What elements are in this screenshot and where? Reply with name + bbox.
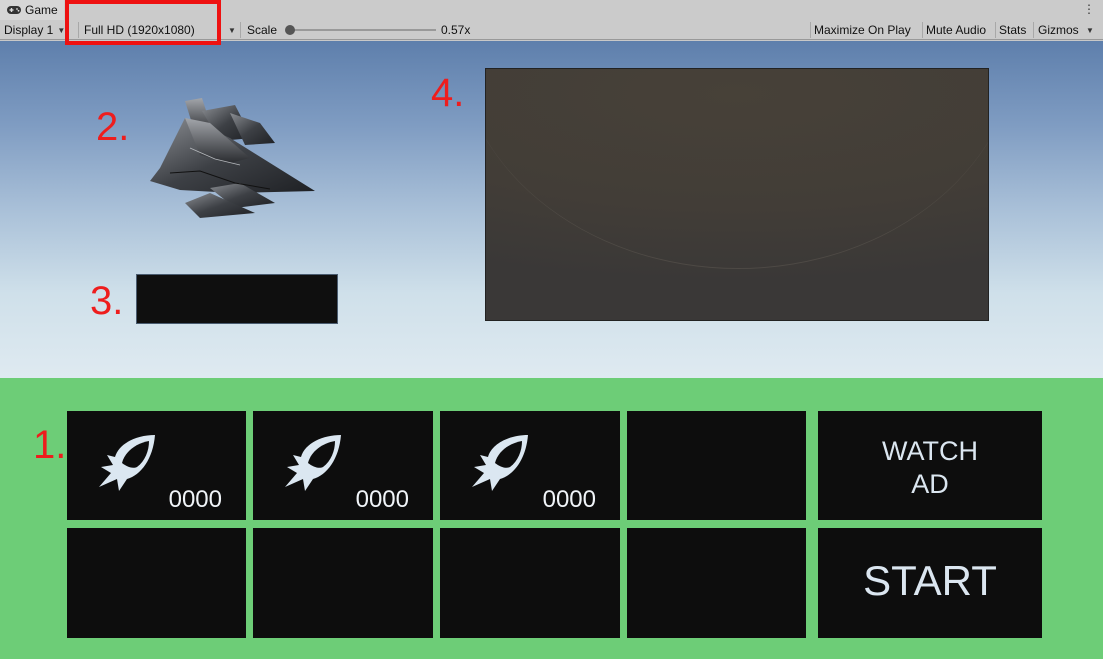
gamepad-icon xyxy=(7,6,21,14)
watch-ad-label-line2: AD xyxy=(911,469,949,499)
empty-slot[interactable] xyxy=(253,528,433,638)
scale-value: 0.57x xyxy=(441,23,471,37)
tab-game-label: Game xyxy=(25,3,58,17)
boost-count: 0000 xyxy=(542,486,596,513)
resolution-dropdown-arrow[interactable]: ▼ xyxy=(224,20,236,40)
gizmos-dropdown[interactable]: ▼ xyxy=(1082,20,1094,40)
scale-label: Scale xyxy=(247,23,278,37)
boost-slot-1[interactable]: 0000 xyxy=(67,411,246,520)
empty-slot[interactable] xyxy=(627,528,806,638)
boost-icon xyxy=(285,435,341,491)
boost-count: 0000 xyxy=(355,486,409,513)
display-label: Display 1 xyxy=(4,23,54,37)
start-button[interactable]: START xyxy=(818,528,1042,638)
tab-game[interactable]: Game xyxy=(0,0,64,20)
boost-count: 0000 xyxy=(168,486,222,513)
preview-panel xyxy=(485,68,989,321)
divider xyxy=(995,22,996,38)
stats-toggle[interactable]: Stats xyxy=(999,20,1026,40)
annotation-4: 4. xyxy=(431,71,465,115)
chevron-down-icon: ▼ xyxy=(1086,25,1094,35)
spaceship-model xyxy=(150,98,315,218)
boost-icon xyxy=(472,435,528,491)
game-viewport[interactable]: 2. 3. 4. 1. 0000 0000 0000 WATCH AD STAR… xyxy=(0,41,1103,659)
mute-audio-toggle[interactable]: Mute Audio xyxy=(926,20,986,40)
maximize-on-play-toggle[interactable]: Maximize On Play xyxy=(814,20,911,40)
scale-slider-handle[interactable] xyxy=(285,25,295,35)
annotation-3: 3. xyxy=(90,279,124,323)
display-dropdown[interactable]: Display 1 ▼ xyxy=(4,20,65,40)
divider xyxy=(240,22,241,38)
empty-slot[interactable] xyxy=(67,528,246,638)
more-options-icon[interactable]: ⋮ xyxy=(1083,2,1095,16)
gizmos-toggle[interactable]: Gizmos xyxy=(1038,20,1079,40)
annotation-1: 1. xyxy=(33,423,67,467)
annotation-2: 2. xyxy=(96,105,130,149)
divider xyxy=(922,22,923,38)
boost-slot-3[interactable]: 0000 xyxy=(440,411,620,520)
empty-slot[interactable] xyxy=(440,528,620,638)
scale-slider-track[interactable] xyxy=(290,29,436,31)
divider xyxy=(1033,22,1034,38)
boost-icon xyxy=(99,435,155,491)
preview-arc xyxy=(486,69,988,269)
chevron-down-icon: ▼ xyxy=(228,25,236,35)
boost-slot-2[interactable]: 0000 xyxy=(253,411,433,520)
name-display-box xyxy=(136,274,338,324)
watch-ad-label-line1: WATCH xyxy=(882,436,978,466)
watch-ad-button[interactable]: WATCH AD xyxy=(818,411,1042,520)
start-label: START xyxy=(863,557,997,604)
empty-slot[interactable] xyxy=(627,411,806,520)
divider xyxy=(810,22,811,38)
resolution-highlight-box xyxy=(65,0,221,45)
